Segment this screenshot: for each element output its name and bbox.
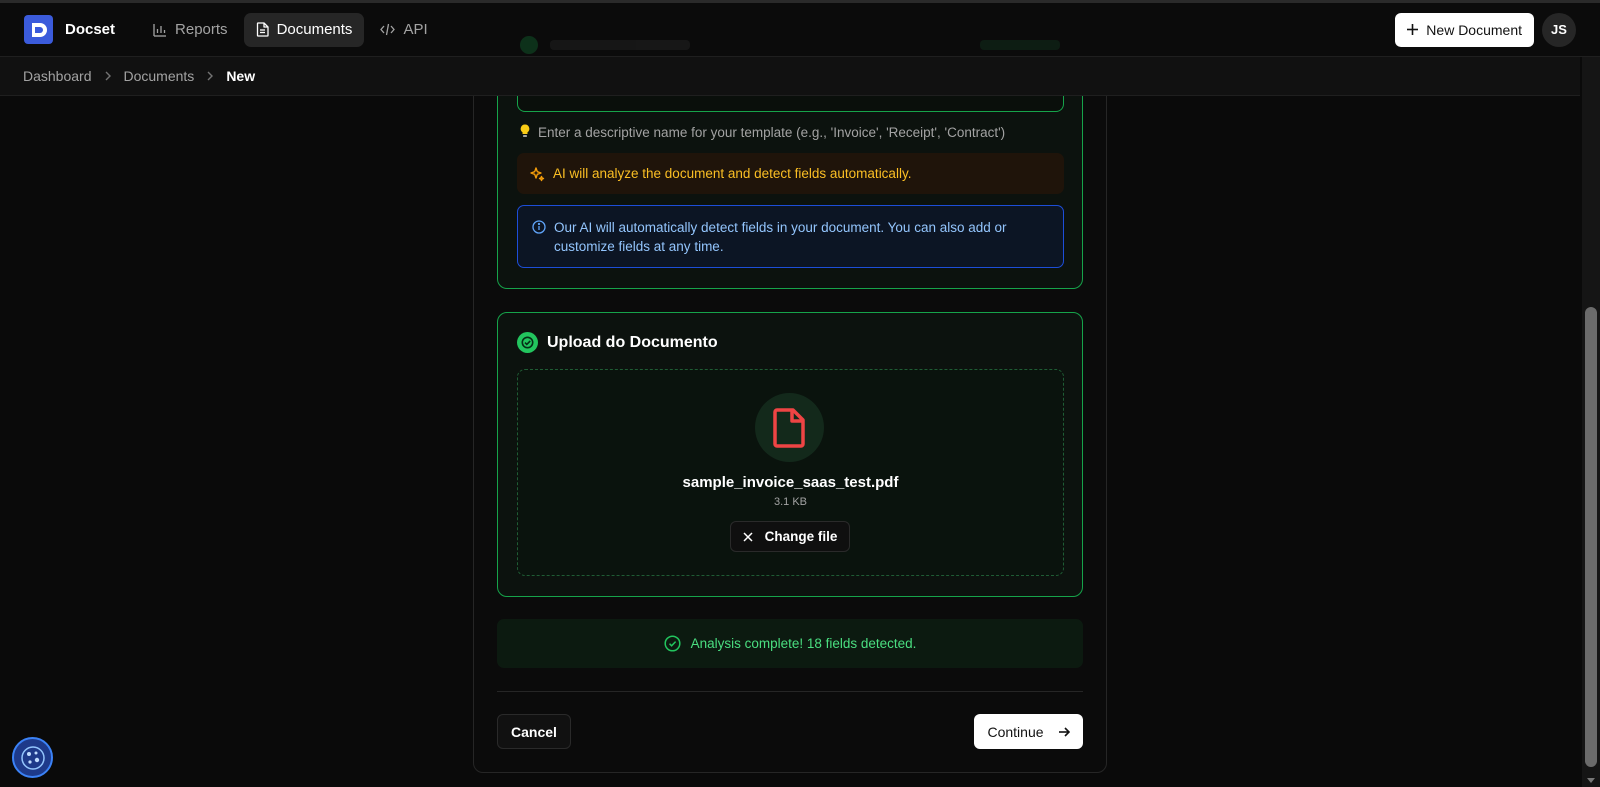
new-document-button[interactable]: New Document xyxy=(1395,12,1534,47)
breadcrumb-current: New xyxy=(226,68,256,84)
page-scrollbar[interactable] xyxy=(1582,0,1600,787)
cancel-button[interactable]: Cancel xyxy=(497,714,571,749)
close-icon xyxy=(743,531,753,542)
arrow-right-icon xyxy=(1058,726,1070,737)
info-text: Our AI will automatically detect fields … xyxy=(554,220,1007,254)
cookie-icon xyxy=(20,745,45,770)
info-icon xyxy=(532,220,546,234)
new-document-label: New Document xyxy=(1426,21,1522,38)
actions-divider xyxy=(497,691,1083,692)
breadcrumb-dashboard[interactable]: Dashboard xyxy=(23,68,92,84)
nav-reports-label: Reports xyxy=(175,21,228,38)
chevron-right-icon xyxy=(104,71,112,81)
nav-reports[interactable]: Reports xyxy=(141,13,240,47)
ai-banner-text: AI will analyze the document and detect … xyxy=(553,166,912,181)
scrolled-content-shadow xyxy=(520,30,1060,60)
breadcrumb-documents[interactable]: Documents xyxy=(124,68,195,84)
bar-chart-icon xyxy=(153,23,167,37)
nav-api[interactable]: API xyxy=(368,13,439,47)
continue-button[interactable]: Continue xyxy=(974,714,1083,749)
check-circle-icon xyxy=(664,635,681,652)
docset-logo-icon xyxy=(31,22,47,37)
upload-section-title: Upload do Documento xyxy=(517,332,718,353)
ai-info-box: Our AI will automatically detect fields … xyxy=(517,205,1064,268)
code-icon xyxy=(380,23,396,36)
user-avatar[interactable]: JS xyxy=(1542,12,1576,47)
hint-text: Enter a descriptive name for your templa… xyxy=(538,125,1006,140)
scrollbar-thumb[interactable] xyxy=(1585,307,1597,767)
file-size: 3.1 KB xyxy=(773,496,808,508)
lightbulb-icon xyxy=(520,124,530,141)
change-file-button[interactable]: Change file xyxy=(730,521,850,552)
chevron-right-icon xyxy=(206,71,214,81)
nav-documents[interactable]: Documents xyxy=(243,12,365,47)
cookie-settings-button[interactable] xyxy=(12,737,53,778)
file-preview xyxy=(755,393,824,462)
change-file-label: Change file xyxy=(764,529,838,544)
continue-label: Continue xyxy=(987,723,1044,740)
analysis-status-text: Analysis complete! 18 fields detected. xyxy=(690,636,917,651)
file-text-icon xyxy=(256,22,269,37)
breadcrumb: Dashboard Documents New xyxy=(0,57,1580,96)
analysis-status: Analysis complete! 18 fields detected. xyxy=(497,619,1083,668)
nav-api-label: API xyxy=(403,21,428,38)
check-circle-icon xyxy=(517,332,538,353)
pdf-file-icon xyxy=(772,407,805,448)
template-name-hint: Enter a descriptive name for your templa… xyxy=(520,124,1005,141)
docset-logo[interactable] xyxy=(24,15,53,44)
ai-analysis-banner: AI will analyze the document and detect … xyxy=(517,153,1064,194)
brand-name[interactable]: Docset xyxy=(65,21,115,38)
upload-title-text: Upload do Documento xyxy=(547,333,718,351)
sparkles-icon xyxy=(530,166,545,181)
file-name: sample_invoice_saas_test.pdf xyxy=(682,474,899,491)
plus-icon xyxy=(1407,24,1419,35)
scroll-down-arrow-icon[interactable] xyxy=(1587,778,1595,783)
nav-documents-label: Documents xyxy=(276,21,353,38)
